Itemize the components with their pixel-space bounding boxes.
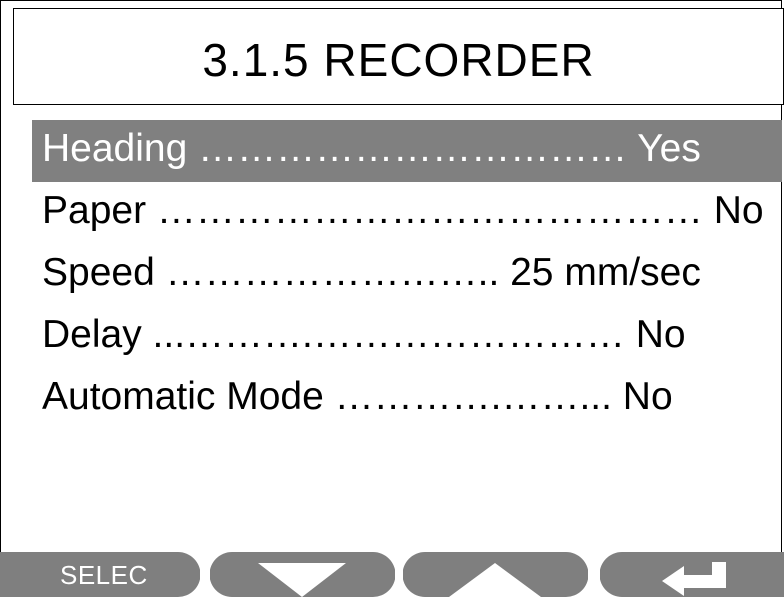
menu-item-label: Paper …………………………………… No xyxy=(42,189,764,232)
menu-item-speed[interactable]: Speed …………………….. 25 mm/sec xyxy=(32,244,782,306)
triangle-down-icon xyxy=(209,552,396,597)
triangle-up-icon xyxy=(402,552,589,597)
down-softkey[interactable] xyxy=(209,552,396,597)
enter-softkey[interactable] xyxy=(599,552,784,597)
menu-item-heading[interactable]: Heading …………………………… Yes xyxy=(32,120,782,182)
select-softkey-label: SELEC xyxy=(60,560,148,590)
page-title: 3.1.5 RECORDER xyxy=(202,34,595,86)
select-softkey[interactable]: SELEC xyxy=(0,552,201,597)
up-softkey[interactable] xyxy=(402,552,589,597)
menu-item-paper[interactable]: Paper …………………………………… No xyxy=(32,182,782,244)
menu-item-label: Automatic Mode ………….……... No xyxy=(42,375,673,418)
softkey-bar: SELEC xyxy=(0,552,784,597)
menu-item-label: Delay ...……….…………………… No xyxy=(42,313,686,356)
menu-item-label: Heading …………………………… Yes xyxy=(42,127,701,170)
return-arrow-icon xyxy=(599,552,784,597)
menu-item-label: Speed …………………….. 25 mm/sec xyxy=(42,251,701,294)
title-box: 3.1.5 RECORDER xyxy=(13,8,784,105)
menu-item-automatic-mode[interactable]: Automatic Mode ………….……... No xyxy=(32,368,782,430)
menu-item-delay[interactable]: Delay ...……….…………………… No xyxy=(32,306,782,368)
